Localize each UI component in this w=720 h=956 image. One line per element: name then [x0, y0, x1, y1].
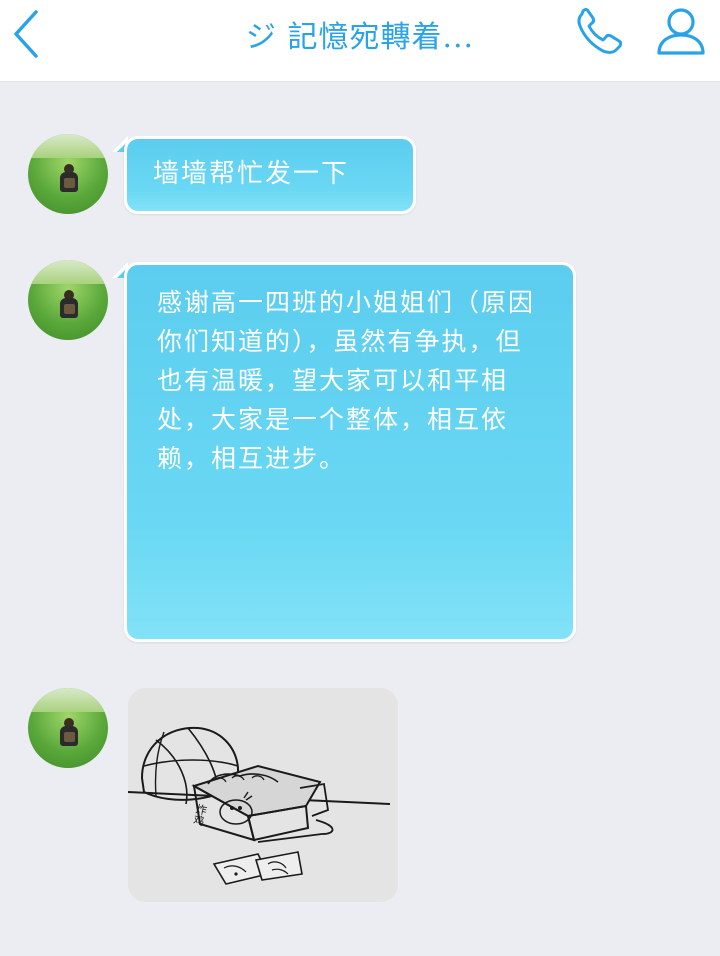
phone-icon: [577, 8, 623, 54]
message-bubble[interactable]: 墙墙帮忙发一下: [124, 136, 416, 214]
avatar[interactable]: [28, 134, 108, 214]
image-message[interactable]: 炸鸡: [128, 688, 398, 902]
call-button[interactable]: [572, 8, 628, 58]
avatar-sky: [28, 260, 108, 284]
avatar-figure-bag: [64, 732, 75, 742]
user-icon: [657, 8, 705, 55]
avatar-figure-bag: [64, 304, 75, 314]
sketch-image: 炸鸡: [128, 688, 398, 902]
avatar-sky: [28, 688, 108, 712]
message-text: 感谢高一四班的小姐姐们（原因你们知道的），虽然有争执，但也有温暖，望大家可以和平…: [157, 288, 536, 473]
avatar-figure-bag: [64, 178, 75, 188]
avatar-sky: [28, 134, 108, 158]
profile-button[interactable]: [654, 6, 708, 58]
avatar[interactable]: [28, 260, 108, 340]
chat-header: ジ 記憶宛轉着...: [0, 0, 720, 82]
avatar[interactable]: [28, 688, 108, 768]
message-bubble[interactable]: 感谢高一四班的小姐姐们（原因你们知道的），虽然有争执，但也有温暖，望大家可以和平…: [124, 262, 576, 642]
message-text: 墙墙帮忙发一下: [153, 159, 350, 189]
